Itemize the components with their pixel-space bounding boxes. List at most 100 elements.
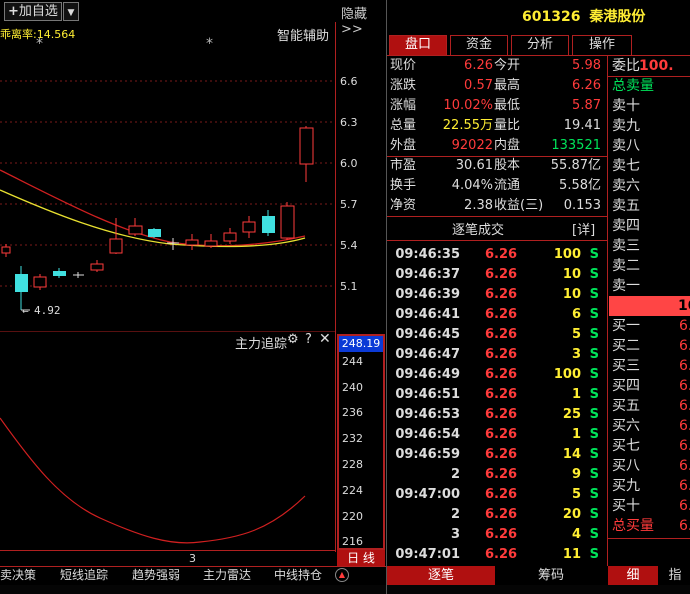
sell-level-label: 卖九	[612, 118, 640, 134]
tab-order-book[interactable]: 盘口	[389, 35, 447, 55]
gear-icon[interactable]: ⚙	[287, 332, 299, 347]
trade-side: S	[589, 367, 599, 382]
buy-level-label: 买十	[612, 498, 640, 514]
price-axis-label: 6.0	[340, 157, 358, 170]
trade-price: 6.26	[485, 527, 518, 542]
quote-value: 0.57	[464, 78, 493, 93]
plus-icon: +	[8, 4, 19, 19]
buy-level-price: 6.	[679, 498, 690, 514]
trade-side: S	[589, 547, 599, 562]
sell-level-label: 卖四	[612, 218, 640, 234]
trade-side: S	[589, 407, 599, 422]
sub-axis-label: 216	[342, 535, 363, 548]
buy-level-label: 买八	[612, 458, 640, 474]
panel-separator	[386, 0, 387, 594]
trade-row: 09:46:53 6.26 25 S	[390, 405, 605, 425]
trade-time: 09:47:00	[395, 487, 460, 502]
buy-level-price: 6.	[679, 338, 690, 354]
sell-level-label: 卖三	[612, 238, 640, 254]
tab-operation[interactable]: 操作	[572, 35, 632, 55]
tab-chips[interactable]: 筹码	[497, 566, 605, 585]
trade-row: 09:46:41 6.26 6 S	[390, 305, 605, 325]
tab-mid-holding[interactable]: 中线持仓	[274, 566, 322, 584]
buy-level-label: 买七	[612, 438, 640, 454]
price-axis-label: 6.6	[340, 75, 358, 88]
trade-price: 6.26	[485, 247, 518, 262]
add-watchlist-button[interactable]: +加自选	[4, 2, 62, 21]
quote-label: 最低	[494, 98, 521, 113]
trade-side: S	[589, 307, 599, 322]
sell-level-label: 卖五	[612, 198, 640, 214]
tab-tick-trades[interactable]: 逐笔	[387, 566, 495, 585]
quote-row: 现价 6.26 今开 5.98	[390, 56, 605, 76]
quote-value: 4.04%	[451, 178, 493, 193]
quote-label: 量比	[494, 118, 521, 133]
sell-level-label: 卖一	[612, 278, 640, 294]
buy-total-divider	[607, 538, 690, 539]
trade-volume: 5	[571, 327, 581, 342]
quote-value: 6.26	[464, 58, 493, 73]
trade-time: 09:46:59	[395, 447, 460, 462]
trades-title: 逐笔成交	[452, 223, 505, 238]
quote-value: 10.02%	[443, 98, 493, 113]
quote-label: 涨跌	[390, 78, 417, 93]
trade-side: S	[589, 507, 599, 522]
buy-level-price: 6.	[679, 458, 690, 474]
trades-divider	[387, 240, 607, 241]
sell-level: 卖八	[609, 136, 690, 156]
quote-label: 外盘	[390, 138, 417, 153]
buy-level-label: 买二	[612, 338, 640, 354]
sub-axis-label: 220	[342, 510, 363, 523]
marker-asterisk: *	[36, 36, 43, 52]
quote-label: 市盈	[390, 158, 417, 173]
quote-row: 净资 2.38 收益(三) 0.153	[390, 196, 605, 216]
candles	[1, 126, 314, 310]
stock-title: 601326 秦港股份	[522, 6, 645, 26]
trade-volume: 11	[562, 547, 581, 562]
trades-detail-button[interactable]: [详]	[572, 219, 595, 238]
tab-scroll-up-icon[interactable]: ▲	[335, 568, 349, 582]
trade-price: 6.26	[485, 547, 518, 562]
watchlist-dropdown-button[interactable]: ▼	[63, 2, 79, 21]
trade-row: 09:46:39 6.26 10 S	[390, 285, 605, 305]
quote-value: 6.26	[572, 78, 601, 93]
close-icon[interactable]: ✕	[319, 331, 331, 347]
tab-trend-strength[interactable]: 趋势强弱	[132, 566, 180, 584]
quote-row: 换手 4.04% 流通 5.58亿	[390, 176, 605, 196]
trade-volume: 100	[553, 247, 581, 262]
trade-side: S	[589, 387, 599, 402]
trade-side: S	[589, 447, 599, 462]
chart-toolbar: +加自选 ▼ 隐藏>>	[0, 0, 386, 37]
low-price-marker: 4.92	[34, 304, 61, 317]
sell-level-label: 卖八	[612, 138, 640, 154]
sell-level-label: 卖七	[612, 158, 640, 174]
trade-row: 09:46:35 6.26 100 S	[390, 245, 605, 265]
tab-analysis[interactable]: 分析	[511, 35, 569, 55]
trade-price: 6.26	[485, 327, 518, 342]
trade-row: 09:46:45 6.26 5 S	[390, 325, 605, 345]
trade-price: 6.26	[485, 507, 518, 522]
period-button[interactable]: 日 线	[337, 550, 385, 566]
help-icon[interactable]: ?	[305, 332, 312, 347]
trade-time: 09:46:35	[395, 247, 460, 262]
tab-detail[interactable]: 细	[608, 566, 658, 585]
tab-main-radar[interactable]: 主力雷达	[203, 566, 251, 584]
tab-index[interactable]: 指	[660, 566, 690, 585]
tab-sell-decision[interactable]: 卖决策	[0, 566, 36, 584]
trade-time: 3	[450, 527, 460, 542]
quote-label: 换手	[390, 178, 417, 193]
sub-axis-label: 224	[342, 484, 363, 497]
trade-price: 6.26	[485, 387, 518, 402]
sell-level: 卖六	[609, 176, 690, 196]
trade-row: 09:46:59 6.26 14 S	[390, 445, 605, 465]
buy-level-price: 6.	[679, 318, 690, 334]
tab-short-tracking[interactable]: 短线追踪	[60, 566, 108, 584]
trade-price: 6.26	[485, 287, 518, 302]
quote-value: 2.38	[464, 198, 493, 213]
buy-level: 买三 6.	[609, 356, 690, 376]
hide-panel-button[interactable]: 隐藏>>	[341, 3, 386, 37]
tab-funds[interactable]: 资金	[450, 35, 508, 55]
buy-level: 买六 6.	[609, 416, 690, 436]
quote-value: 5.87	[572, 98, 601, 113]
price-axis-label: 5.7	[340, 198, 358, 211]
